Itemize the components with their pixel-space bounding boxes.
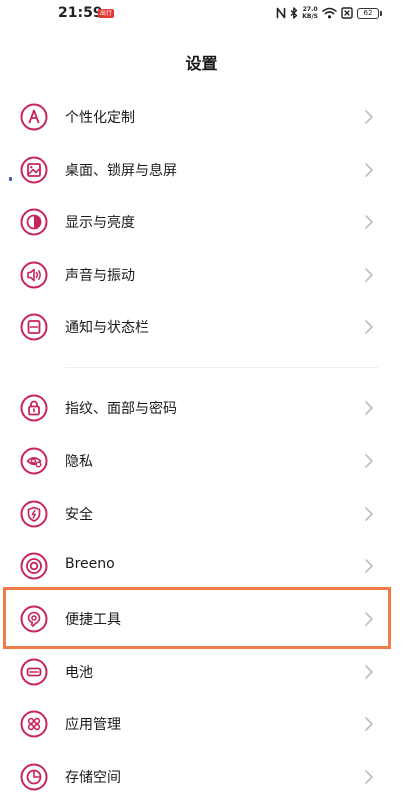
net-speed-unit: KB/S [302,13,318,20]
chevron-right-icon [365,268,373,282]
wallpaper-icon [20,156,48,184]
wifi-icon [322,7,337,19]
settings-item-label: 通知与状态栏 [65,320,149,336]
chevron-right-icon [365,770,373,784]
settings-item-security[interactable]: 安全 [0,488,403,540]
settings-item-label: 存储空间 [65,770,121,786]
sound-icon [20,261,48,289]
settings-item-label: 安全 [65,507,93,523]
page-title: 设置 [185,54,218,73]
notification-icon [20,313,48,341]
settings-item-display[interactable]: 显示与亮度 [0,196,403,248]
shield-icon [20,500,48,528]
bluetooth-icon [290,7,298,19]
chevron-right-icon [365,163,373,177]
settings-item-battery[interactable]: 电池 [0,646,403,698]
chevron-right-icon [365,110,373,124]
settings-item-privacy[interactable]: 隐私 [0,435,403,487]
highlight-box [3,587,391,649]
settings-item-label: Breeno [65,556,115,572]
battery-indicator: 62 [357,7,382,19]
settings-item-label: 声音与振动 [65,268,135,284]
chevron-right-icon [365,320,373,334]
battery-icon [20,658,48,686]
chevron-right-icon [365,507,373,521]
net-speed: 27.0 KB/S [302,6,318,20]
status-icons: 27.0 KB/S 62 [276,5,382,21]
apps-icon [20,710,48,738]
settings-item-personalize[interactable]: 个性化定制 [0,91,403,143]
nfc-icon [276,7,286,19]
brightness-icon [20,208,48,236]
chevron-right-icon [365,215,373,229]
chevron-right-icon [365,454,373,468]
settings-item-label: 指纹、面部与密码 [65,401,177,417]
settings-item-storage[interactable]: 存储空间 [0,751,403,803]
settings-item-label: 电池 [65,665,93,681]
storage-icon [20,763,48,791]
settings-item-fingerprint[interactable]: 指纹、面部与密码 [0,382,403,434]
breeno-icon [20,552,48,580]
settings-item-notification[interactable]: 通知与状态栏 [0,301,403,353]
sim-icon [341,7,353,19]
privacy-eye-icon [20,447,48,475]
chevron-right-icon [365,559,373,573]
status-badge: 出行 [98,9,115,18]
status-bar: 21:59 出行 27.0 KB/S 62 [0,0,403,28]
lock-icon [20,394,48,422]
personalize-icon [20,103,48,131]
status-time: 21:59 [58,5,103,21]
settings-item-label: 个性化定制 [65,110,135,126]
settings-item-breeno[interactable]: Breeno [0,540,403,592]
settings-item-sound[interactable]: 声音与振动 [0,249,403,301]
battery-level: 62 [363,8,373,17]
settings-item-label: 桌面、锁屏与息屏 [65,163,177,179]
settings-item-label: 显示与亮度 [65,215,135,231]
settings-item-label: 应用管理 [65,717,121,733]
net-speed-value: 27.0 [302,6,318,13]
chevron-right-icon [365,665,373,679]
chevron-right-icon [365,717,373,731]
settings-item-wallpaper[interactable]: 桌面、锁屏与息屏 [0,144,403,196]
chevron-right-icon [365,401,373,415]
settings-item-label: 隐私 [65,454,93,470]
group-divider [65,367,378,368]
settings-item-apps[interactable]: 应用管理 [0,698,403,750]
